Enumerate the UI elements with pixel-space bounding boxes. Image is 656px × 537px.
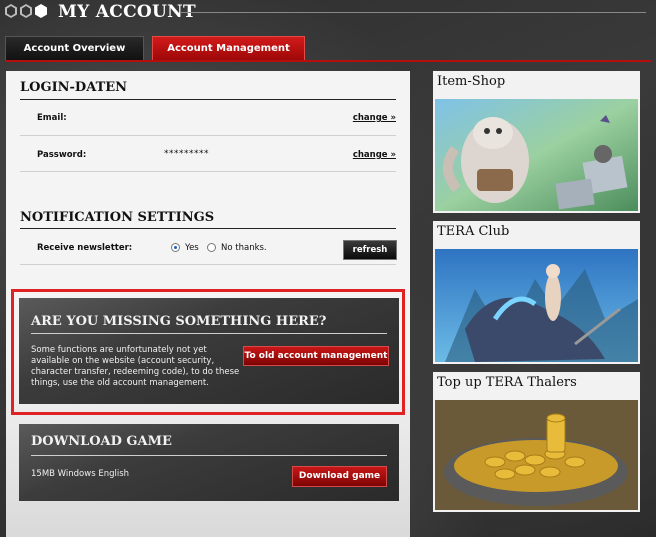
row-divider	[20, 171, 396, 172]
row-divider	[20, 135, 396, 136]
highlight-frame	[11, 289, 405, 415]
newsletter-label: Receive newsletter:	[37, 243, 133, 253]
login-heading: LOGIN-DATEN	[20, 80, 128, 95]
newsletter-no-label[interactable]: No thanks.	[221, 243, 267, 253]
email-label: Email:	[37, 113, 67, 123]
download-heading: DOWNLOAD GAME	[31, 434, 172, 449]
tab-underline	[5, 60, 651, 62]
password-value: *********	[164, 149, 209, 159]
row-divider	[20, 264, 396, 265]
refresh-button[interactable]: refresh	[343, 240, 397, 260]
hex-decoration	[5, 4, 47, 18]
hex-outline-icon	[20, 4, 32, 18]
item-shop-title[interactable]: Item-Shop	[437, 74, 505, 89]
header-divider	[180, 12, 646, 13]
password-label: Password:	[37, 150, 87, 160]
email-change-link[interactable]: change »	[353, 113, 396, 123]
top-up-card[interactable]: Top up TERA Thalers	[433, 372, 640, 512]
login-rule	[20, 99, 396, 100]
notification-rule	[20, 228, 396, 229]
top-up-image[interactable]	[435, 400, 638, 510]
tab-account-management[interactable]: Account Management	[152, 36, 305, 61]
item-shop-image[interactable]	[435, 99, 638, 211]
hex-outline-icon	[5, 4, 17, 18]
download-rule	[31, 455, 387, 456]
download-info: 15MB Windows English	[31, 469, 130, 479]
tera-club-card[interactable]: TERA Club	[433, 221, 640, 364]
notification-heading: NOTIFICATION SETTINGS	[20, 210, 215, 225]
hex-filled-icon	[35, 4, 47, 18]
tab-bar: Account Overview Account Management	[5, 36, 305, 61]
item-shop-card[interactable]: Item-Shop	[433, 71, 640, 213]
tab-account-overview[interactable]: Account Overview	[5, 36, 144, 61]
top-up-title[interactable]: Top up TERA Thalers	[437, 375, 577, 390]
newsletter-yes-radio[interactable]	[171, 243, 180, 252]
tera-club-image[interactable]	[435, 249, 638, 362]
page-title: MY ACCOUNT	[58, 2, 196, 22]
password-change-link[interactable]: change »	[353, 150, 396, 160]
newsletter-yes-label[interactable]: Yes	[185, 243, 199, 253]
page-header: MY ACCOUNT	[0, 0, 656, 26]
newsletter-no-radio[interactable]	[207, 243, 216, 252]
tera-club-title[interactable]: TERA Club	[437, 224, 509, 239]
download-box: DOWNLOAD GAME 15MB Windows English Downl…	[19, 424, 399, 501]
download-game-button[interactable]: Download game	[292, 466, 387, 487]
